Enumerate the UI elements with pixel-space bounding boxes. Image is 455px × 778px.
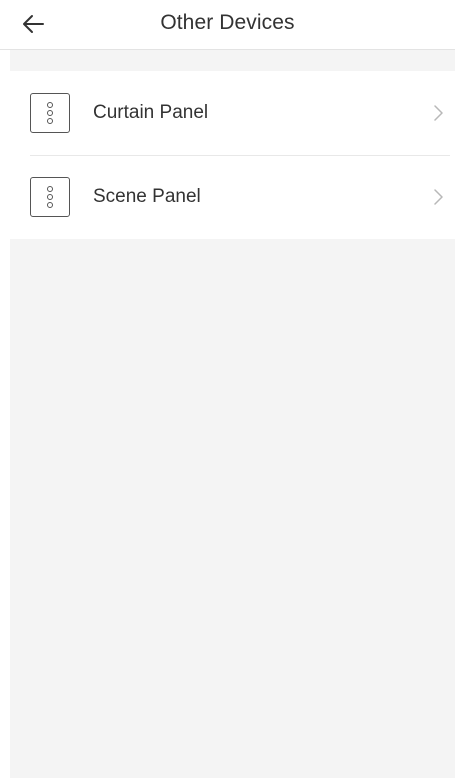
- device-item-curtain-panel[interactable]: Curtain Panel: [10, 71, 455, 155]
- page-title: Other Devices: [160, 11, 295, 34]
- device-label: Curtain Panel: [93, 102, 209, 123]
- chevron-right-icon: [434, 189, 443, 205]
- chevron-right-icon: [434, 105, 443, 121]
- panel-device-icon: [30, 177, 70, 217]
- device-label: Scene Panel: [93, 186, 201, 207]
- device-item-scene-panel[interactable]: Scene Panel: [10, 155, 455, 239]
- top-bar: Other Devices: [0, 0, 455, 50]
- panel-device-icon: [30, 93, 70, 133]
- device-list: Curtain Panel Scene Panel: [10, 71, 455, 239]
- content-area: Curtain Panel Scene Panel: [10, 50, 455, 778]
